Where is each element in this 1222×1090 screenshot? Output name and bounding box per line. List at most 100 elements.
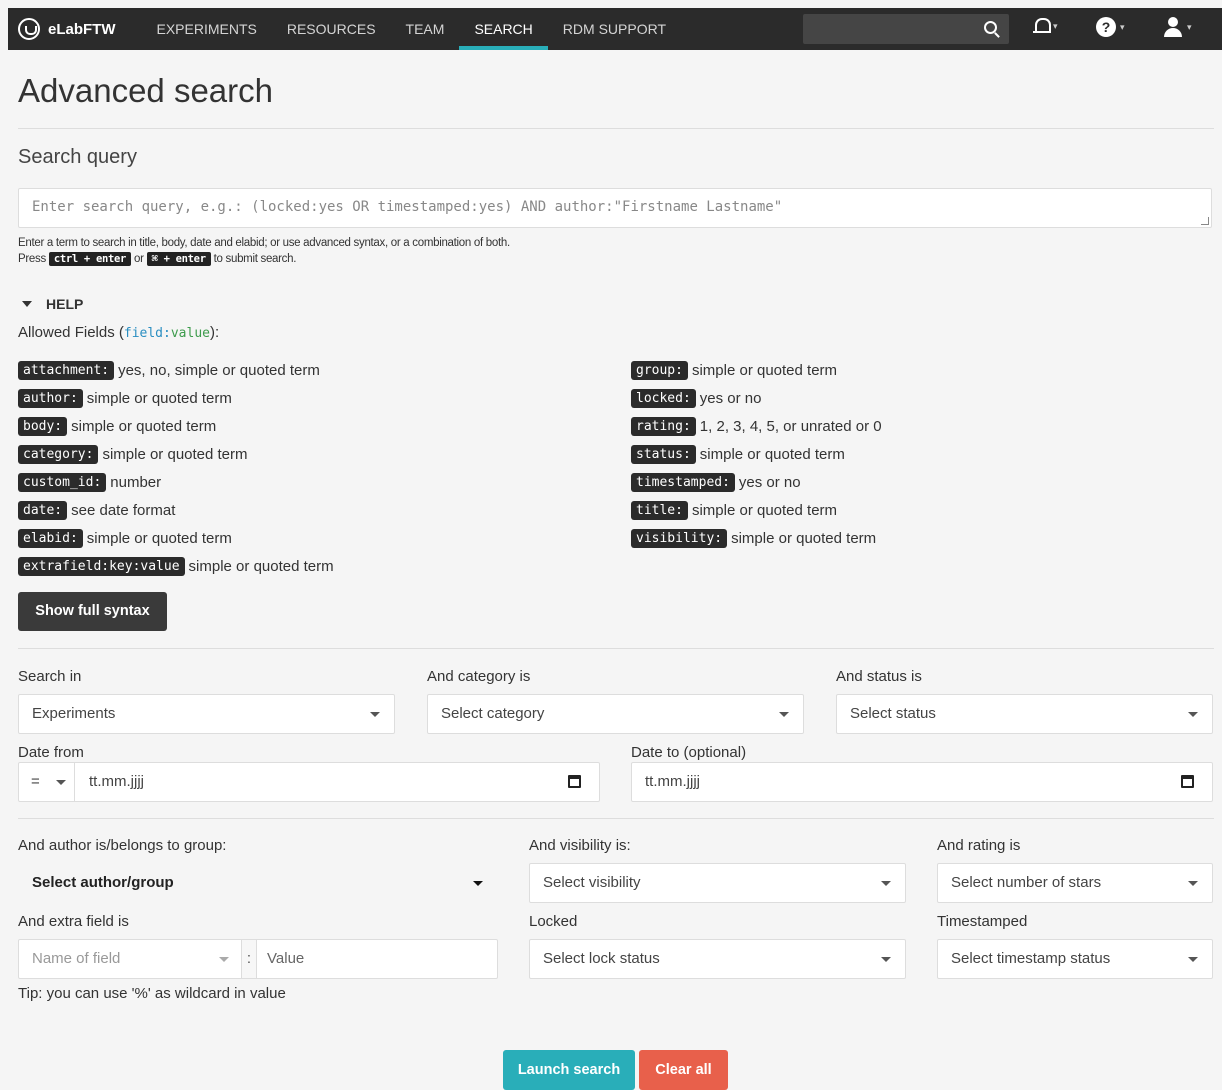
top-navbar: eLabFTW EXPERIMENTS RESOURCES TEAM SEARC… — [8, 8, 1222, 50]
field-tag: attachment: — [18, 360, 115, 380]
field-help-title: title: simple or quoted term — [631, 499, 837, 521]
field-tag: status: — [631, 444, 696, 464]
nav-resources[interactable]: RESOURCES — [272, 8, 391, 50]
field-tag: title: — [631, 500, 688, 520]
date-to-input[interactable]: tt.mm.jjjj — [631, 762, 1213, 802]
caret-down-icon — [22, 301, 32, 307]
locked-label: Locked — [529, 913, 578, 930]
category-select[interactable]: Select category — [427, 694, 804, 734]
field-help-visibility: visibility: simple or quoted term — [631, 527, 876, 549]
dropdown-arrow-icon — [779, 712, 789, 717]
dropdown-arrow-icon — [56, 780, 66, 785]
field-tag: visibility: — [631, 528, 728, 548]
kbd-ctrl-enter: ctrl + enter — [48, 252, 132, 266]
date-from-group: = tt.mm.jjjj — [18, 762, 600, 802]
user-icon — [1163, 17, 1183, 37]
calendar-icon[interactable] — [1181, 775, 1194, 788]
status-label: And status is — [836, 668, 922, 685]
divider — [18, 648, 1214, 649]
author-select[interactable]: Select author/group — [18, 863, 498, 903]
timestamped-select[interactable]: Select timestamp status — [937, 939, 1213, 979]
dropdown-arrow-icon — [1188, 957, 1198, 962]
field-help-elabid: elabid: simple or quoted term — [18, 527, 232, 549]
brand-name: eLabFTW — [48, 20, 116, 38]
launch-search-button[interactable]: Launch search — [503, 1050, 635, 1090]
field-help-rating: rating: 1, 2, 3, 4, 5, or unrated or 0 — [631, 415, 882, 437]
field-tag: extrafield:key:value — [18, 556, 185, 576]
help-menu[interactable]: ? ▾ — [1096, 17, 1125, 37]
wildcard-tip: Tip: you can use '%' as wildcard in valu… — [18, 985, 286, 1002]
extra-field-group: Name of field : Value — [18, 939, 498, 979]
field-tag: custom_id: — [18, 472, 107, 492]
field-help-status: status: simple or quoted term — [631, 443, 845, 465]
question-icon: ? — [1096, 17, 1116, 37]
status-select[interactable]: Select status — [836, 694, 1213, 734]
field-help-extrafield: extrafield:key:value simple or quoted ter… — [18, 555, 334, 577]
extra-field-name-select[interactable]: Name of field — [32, 940, 120, 978]
bell-icon — [1033, 17, 1051, 35]
timestamped-label: Timestamped — [937, 913, 1028, 930]
field-tag: body: — [18, 416, 68, 436]
kbd-cmd-enter: ⌘ + enter — [146, 252, 211, 266]
query-hint: Enter a term to search in title, body, d… — [18, 237, 510, 249]
field-help-author: author: simple or quoted term — [18, 387, 232, 409]
extra-field-value-input[interactable]: Value — [267, 940, 304, 978]
nav-team[interactable]: TEAM — [391, 8, 460, 50]
field-tag: timestamped: — [631, 472, 735, 492]
show-full-syntax-button[interactable]: Show full syntax — [18, 592, 167, 631]
nav-rdm-support[interactable]: RDM SUPPORT — [548, 8, 681, 50]
dropdown-arrow-icon — [219, 957, 229, 962]
elabftw-logo-icon — [18, 18, 40, 40]
nav-search-input[interactable] — [803, 14, 1009, 44]
search-in-select[interactable]: Experiments — [18, 694, 395, 734]
search-query-input[interactable]: Enter search query, e.g.: (locked:yes OR… — [18, 188, 1212, 228]
extra-field-label: And extra field is — [18, 913, 129, 930]
date-from-input[interactable]: tt.mm.jjjj — [89, 763, 144, 801]
rating-select[interactable]: Select number of stars — [937, 863, 1213, 903]
visibility-select[interactable]: Select visibility — [529, 863, 906, 903]
date-from-label: Date from — [18, 744, 84, 761]
extra-field-separator: : — [241, 940, 257, 978]
search-in-label: Search in — [18, 668, 82, 685]
locked-select[interactable]: Select lock status — [529, 939, 906, 979]
field-help-locked: locked: yes or no — [631, 387, 762, 409]
dropdown-arrow-icon — [1188, 712, 1198, 717]
field-tag: category: — [18, 444, 99, 464]
nav-search[interactable]: SEARCH — [459, 8, 549, 50]
page-title: Advanced search — [18, 72, 273, 109]
field-tag: locked: — [631, 388, 696, 408]
resize-handle-icon[interactable] — [1201, 217, 1209, 225]
field-tag: author: — [18, 388, 83, 408]
brand[interactable]: eLabFTW — [18, 18, 116, 40]
help-toggle[interactable]: HELP — [22, 296, 83, 312]
notifications-menu[interactable]: ▾ — [1033, 17, 1058, 35]
field-help-category: category: simple or quoted term — [18, 443, 248, 465]
field-tag: rating: — [631, 416, 696, 436]
clear-all-button[interactable]: Clear all — [639, 1050, 728, 1090]
field-help-attachment: attachment: yes, no, simple or quoted ter… — [18, 359, 320, 381]
field-help-custom-id: custom_id: number — [18, 471, 161, 493]
field-help-group: group: simple or quoted term — [631, 359, 837, 381]
date-to-label: Date to (optional) — [631, 744, 747, 761]
date-operator-select[interactable]: = — [19, 763, 75, 801]
dropdown-arrow-icon — [473, 881, 483, 886]
allowed-fields-label: Allowed Fields (field:value): — [18, 324, 220, 341]
help-label: HELP — [46, 296, 84, 312]
field-help-body: body: simple or quoted term — [18, 415, 216, 437]
chevron-down-icon: ▾ — [1187, 21, 1192, 32]
field-tag: elabid: — [18, 528, 83, 548]
author-label: And author is/belongs to group: — [18, 837, 227, 854]
query-shortcut-hint: Press ctrl + enter or ⌘ + enter to submi… — [18, 252, 297, 266]
user-menu[interactable]: ▾ — [1163, 17, 1192, 37]
dropdown-arrow-icon — [1188, 881, 1198, 886]
dropdown-arrow-icon — [881, 881, 891, 886]
search-icon[interactable] — [984, 21, 997, 34]
field-help-date: date: see date format — [18, 499, 175, 521]
divider — [18, 128, 1214, 129]
calendar-icon[interactable] — [568, 775, 581, 788]
field-tag: date: — [18, 500, 68, 520]
field-help-timestamped: timestamped: yes or no — [631, 471, 801, 493]
nav-experiments[interactable]: EXPERIMENTS — [142, 8, 272, 50]
chevron-down-icon: ▾ — [1053, 20, 1058, 31]
divider — [18, 818, 1214, 819]
